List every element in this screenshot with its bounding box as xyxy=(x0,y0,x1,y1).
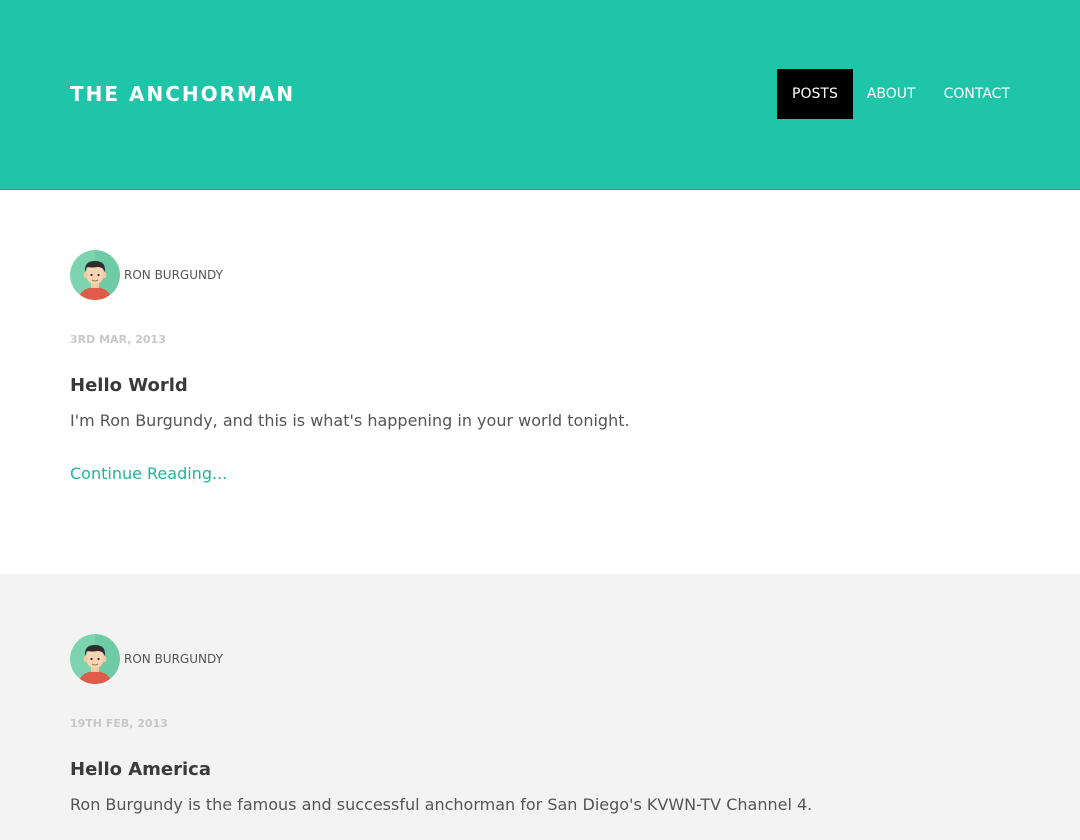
post-card: RON BURGUNDY 19TH FEB, 2013 Hello Americ… xyxy=(0,574,1080,840)
man-avatar-icon xyxy=(70,250,120,300)
author-name[interactable]: RON BURGUNDY xyxy=(124,268,223,282)
post-author: RON BURGUNDY xyxy=(70,634,223,684)
site-title[interactable]: THE ANCHORMAN xyxy=(70,80,295,108)
nav-item-posts[interactable]: POSTS xyxy=(777,69,853,119)
author-name[interactable]: RON BURGUNDY xyxy=(124,652,223,666)
post-title[interactable]: Hello World xyxy=(70,375,188,396)
post-excerpt: I'm Ron Burgundy, and this is what's hap… xyxy=(70,411,630,430)
post-date: 3RD MAR, 2013 xyxy=(70,333,166,346)
continue-reading-link[interactable]: Continue Reading... xyxy=(70,464,227,483)
main-nav: POSTS ABOUT CONTACT xyxy=(777,69,1024,119)
nav-item-contact[interactable]: CONTACT xyxy=(930,69,1024,119)
site-header: THE ANCHORMAN POSTS ABOUT CONTACT xyxy=(0,0,1080,190)
man-avatar-icon xyxy=(70,634,120,684)
post-date: 19TH FEB, 2013 xyxy=(70,717,168,730)
post-author: RON BURGUNDY xyxy=(70,250,223,300)
avatar xyxy=(70,250,120,300)
post-title[interactable]: Hello America xyxy=(70,759,211,780)
post-card: RON BURGUNDY 3RD MAR, 2013 Hello World I… xyxy=(0,190,1080,574)
nav-item-about[interactable]: ABOUT xyxy=(853,69,930,119)
post-excerpt: Ron Burgundy is the famous and successfu… xyxy=(70,795,813,814)
avatar xyxy=(70,634,120,684)
